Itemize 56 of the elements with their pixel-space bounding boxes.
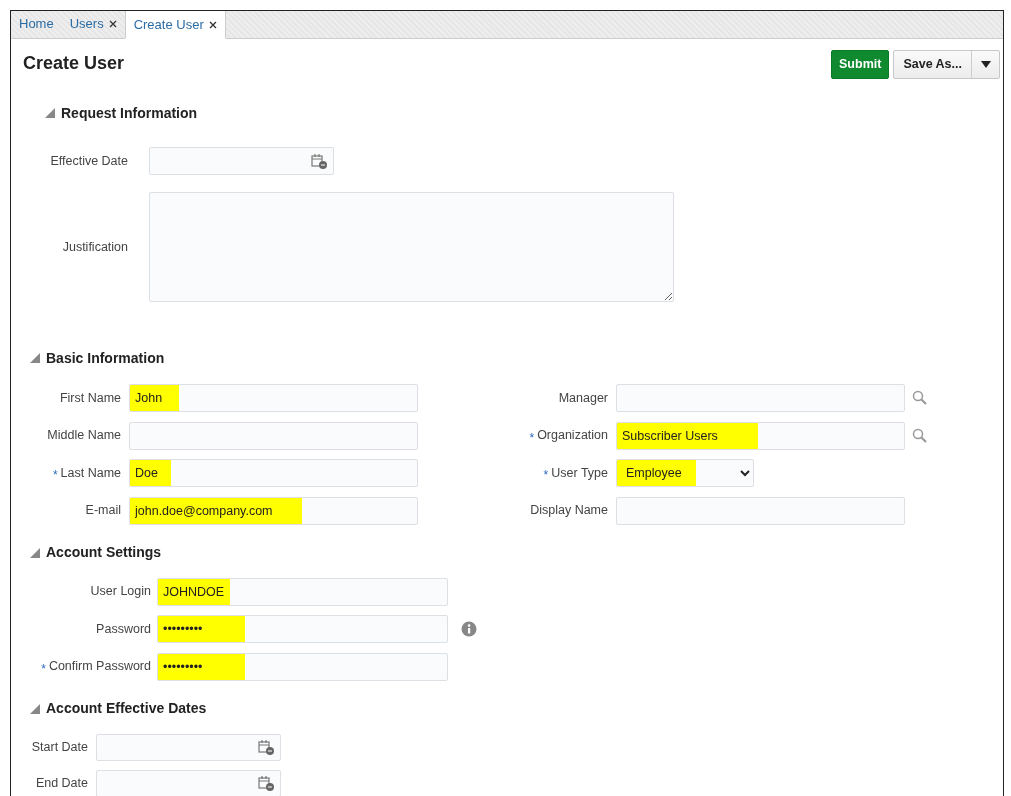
- caret-icon: [980, 60, 991, 68]
- tab[interactable]: Users: [61, 11, 125, 38]
- input-field[interactable]: [616, 384, 905, 412]
- field-label: E-mail: [85, 502, 121, 520]
- collapse-icon[interactable]: [30, 547, 40, 558]
- input-field[interactable]: John: [129, 384, 418, 412]
- search-icon[interactable]: [912, 390, 928, 406]
- input-field[interactable]: john.doe@company.com: [129, 496, 418, 525]
- calendar-icon[interactable]: [258, 775, 274, 791]
- field-label: Organization: [537, 427, 608, 445]
- field-label: Middle Name: [47, 427, 121, 445]
- date-field[interactable]: [96, 769, 281, 796]
- section-heading: Request Information: [61, 103, 198, 123]
- input-field[interactable]: •••••••••: [157, 652, 448, 681]
- field-label: User Login: [90, 583, 151, 601]
- submit-button[interactable]: Submit: [831, 49, 890, 79]
- page-title: Create User: [23, 53, 125, 75]
- required-marker: *: [52, 467, 58, 484]
- field-label: Manager: [558, 389, 608, 407]
- field-label: Start Date: [31, 738, 88, 756]
- section-heading: Account Effective Dates: [46, 699, 207, 718]
- close-icon[interactable]: [208, 20, 217, 29]
- calendar-icon[interactable]: [258, 739, 274, 755]
- field-label: Last Name: [60, 464, 121, 482]
- field-label: First Name: [59, 389, 121, 407]
- field-label: Confirm Password: [48, 658, 151, 676]
- required-marker: *: [543, 467, 549, 484]
- collapse-icon[interactable]: [30, 353, 40, 363]
- input-field[interactable]: •••••••••: [157, 615, 448, 643]
- info-icon[interactable]: [461, 621, 477, 637]
- tab[interactable]: Create User: [124, 11, 226, 39]
- field-label: User Type: [551, 464, 608, 482]
- section-heading: Basic Information: [46, 348, 165, 368]
- field-label: Effective Date: [50, 152, 128, 170]
- input-field[interactable]: Subscriber Users: [616, 421, 905, 450]
- input-field[interactable]: [616, 496, 905, 525]
- date-field[interactable]: [96, 733, 281, 761]
- search-icon[interactable]: [912, 427, 928, 444]
- date-field[interactable]: [149, 147, 334, 175]
- input-field[interactable]: JOHNDOE: [157, 577, 448, 606]
- dropdown-field[interactable]: Employee: [616, 459, 754, 487]
- collapse-icon[interactable]: [30, 703, 40, 714]
- required-marker: *: [529, 429, 535, 447]
- input-field[interactable]: Doe: [129, 459, 418, 487]
- save-as-button[interactable]: Save As...: [894, 50, 972, 78]
- input-field[interactable]: [129, 421, 418, 450]
- field-label: End Date: [35, 774, 88, 792]
- required-marker: *: [41, 660, 46, 678]
- field-label: Password: [96, 620, 151, 638]
- close-icon[interactable]: [108, 20, 117, 28]
- tab[interactable]: Home: [11, 11, 62, 38]
- field-label: Justification: [62, 238, 128, 256]
- field-label: Display Name: [530, 502, 608, 520]
- calendar-icon[interactable]: [311, 153, 327, 169]
- collapse-icon[interactable]: [45, 108, 55, 118]
- section-heading: Account Settings: [46, 543, 162, 562]
